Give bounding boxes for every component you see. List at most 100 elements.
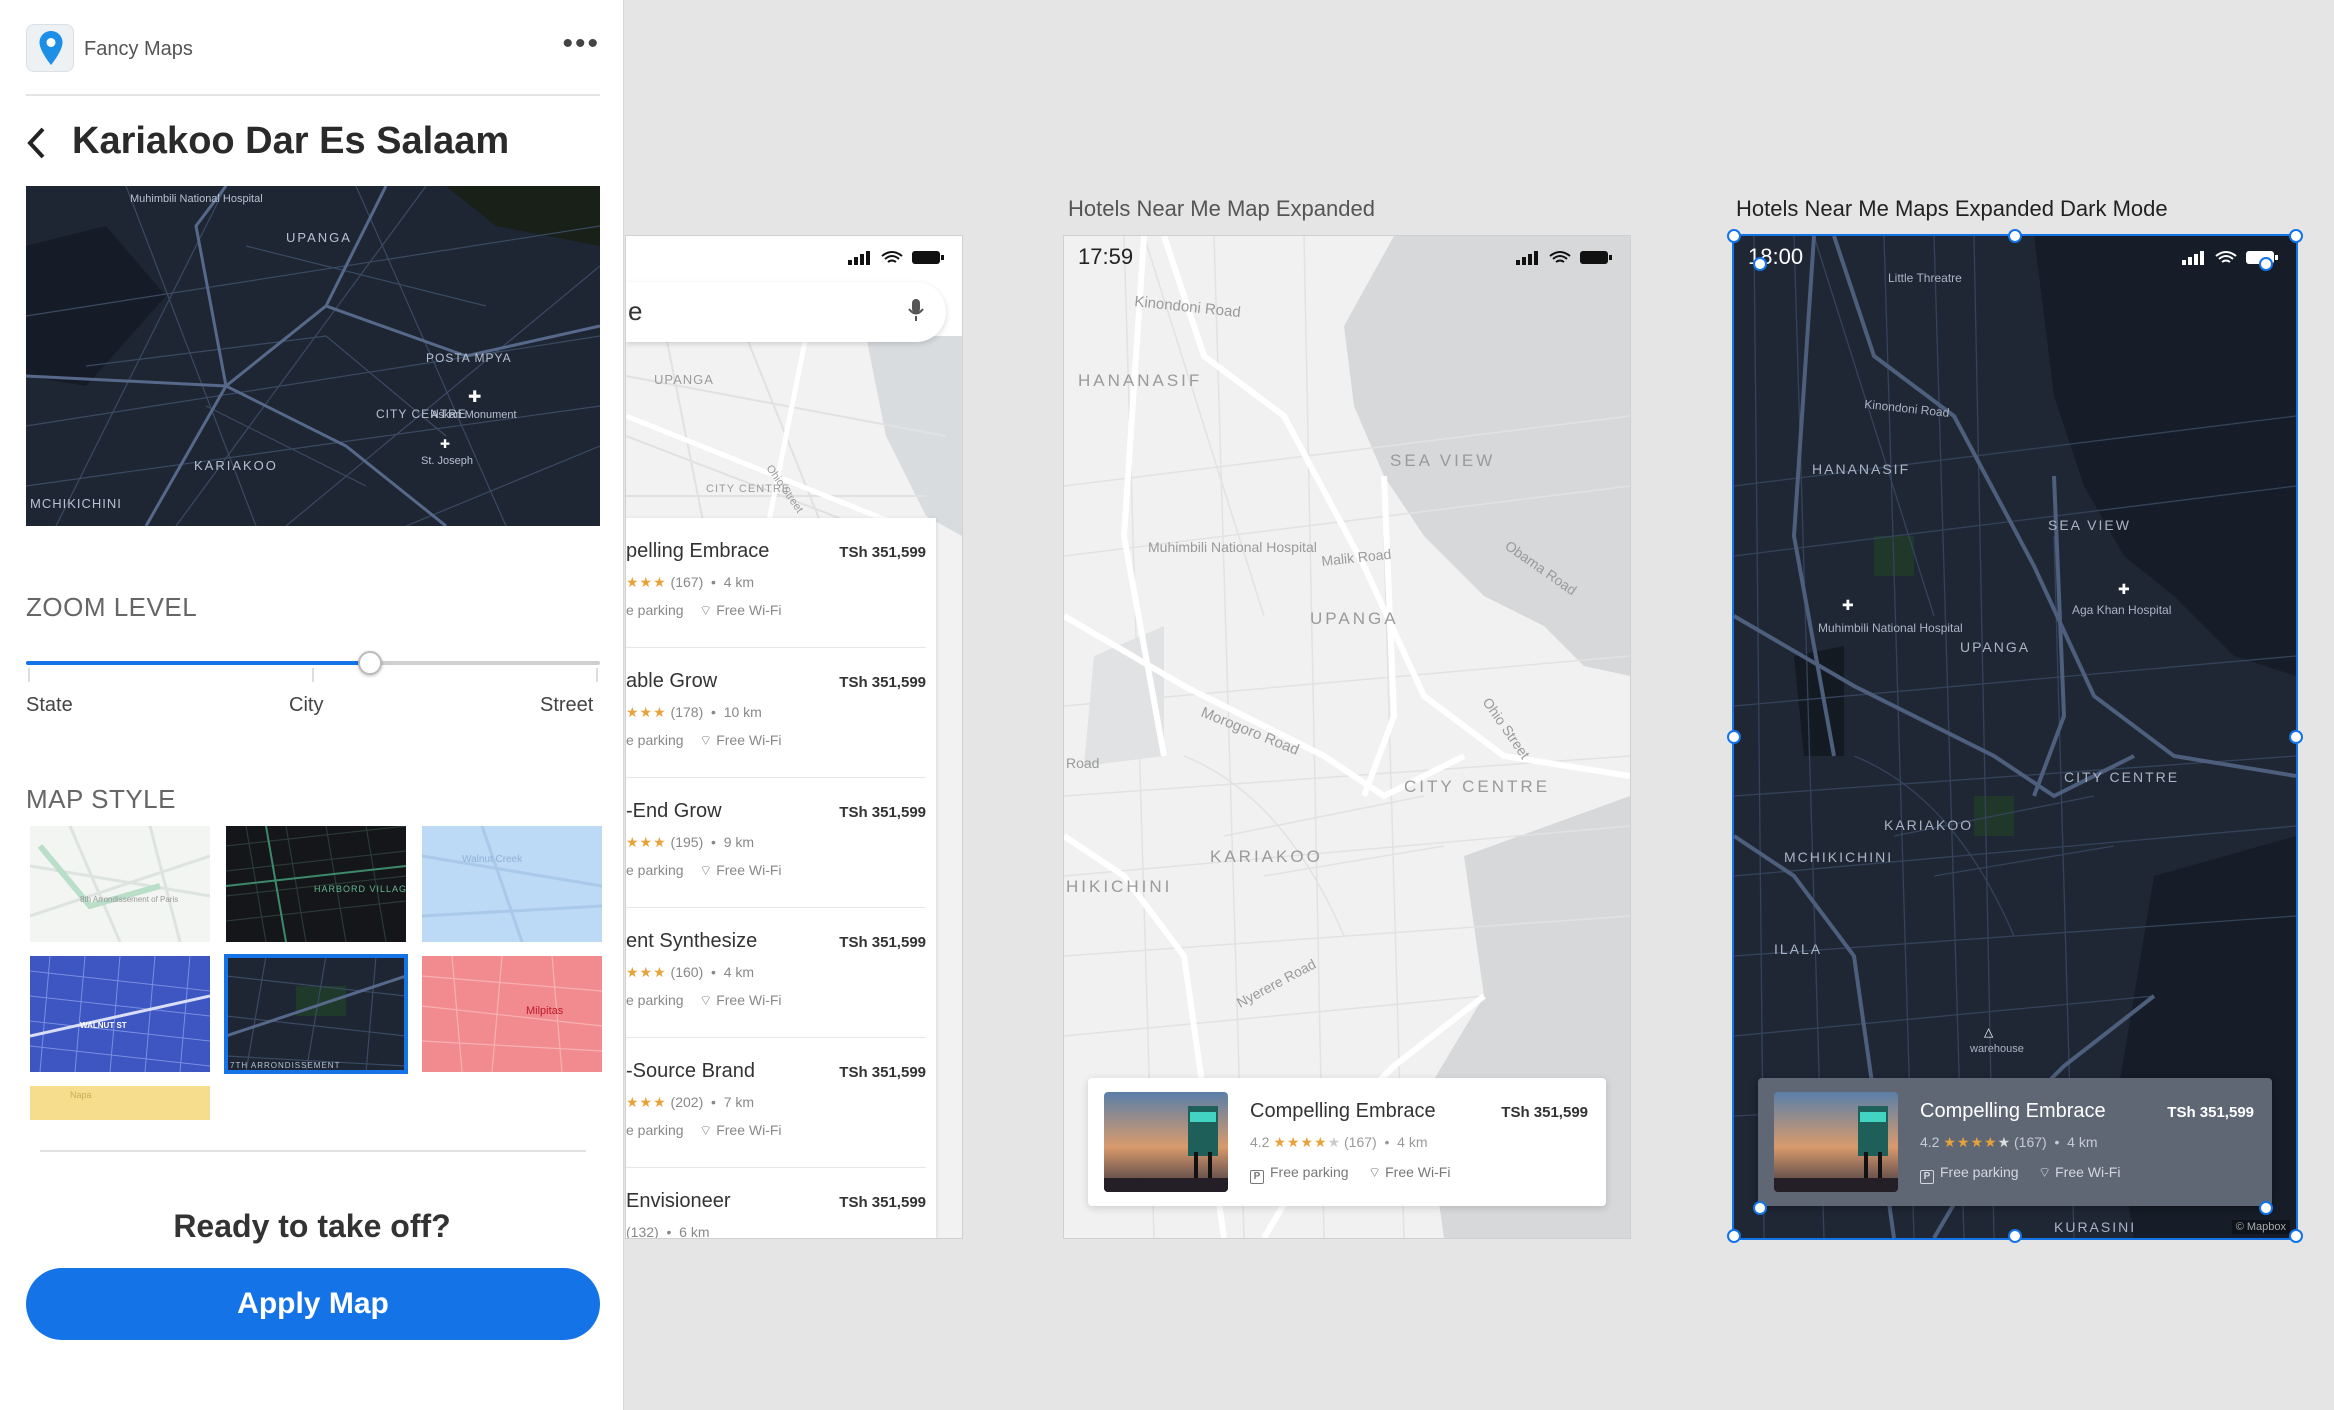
- hotel-card[interactable]: Compelling Embrace TSh 351,599 4.2 ★★★★★…: [1088, 1078, 1606, 1206]
- location-title: Kariakoo Dar Es Salaam: [72, 120, 510, 162]
- style-label: WALNUT ST: [80, 1021, 127, 1030]
- selection-handle[interactable]: [2008, 229, 2022, 243]
- selection-handle[interactable]: [2008, 1229, 2022, 1243]
- selection-handle[interactable]: [2289, 730, 2303, 744]
- wifi-icon: ⌔: [699, 992, 713, 1008]
- parking-icon: P: [1920, 1170, 1934, 1184]
- hotel-meta: ★★★ (195) • 9 km: [626, 834, 755, 850]
- preview-label: Muhimbili National Hospital: [130, 193, 263, 205]
- selection-handle[interactable]: [2259, 1201, 2273, 1215]
- hotel-name: Compelling Embrace: [1250, 1100, 1436, 1122]
- hotel-list-item[interactable]: pelling Embrace TSh 351,599 ★★★ (167) • …: [626, 518, 926, 648]
- map-style-dark-green[interactable]: HARBORD VILLAGE: [226, 826, 406, 942]
- wifi-icon: ⌔: [699, 732, 713, 748]
- selection-handle[interactable]: [1727, 1229, 1741, 1243]
- hotel-list-item[interactable]: able Grow TSh 351,599 ★★★ (178) • 10 km …: [626, 648, 926, 778]
- selection-handle[interactable]: [1727, 730, 1741, 744]
- church-marker-icon: ✚: [440, 437, 450, 451]
- divider: [26, 94, 600, 96]
- selection-handle[interactable]: [2289, 1229, 2303, 1243]
- plugin-header: Fancy Maps •••: [26, 24, 600, 72]
- microphone-icon[interactable]: [908, 298, 924, 327]
- map-label: HANANASIF: [1812, 461, 1910, 477]
- slider-fill: [26, 661, 371, 665]
- style-label: 7TH ARRONDISSEMENT: [230, 1061, 340, 1070]
- monument-marker-icon: ✚: [468, 389, 481, 406]
- hotel-name: -Source Brand: [626, 1060, 755, 1082]
- map-style-light[interactable]: 8th Arrondissement of Paris: [30, 826, 210, 942]
- parking-icon: P: [1250, 1170, 1264, 1184]
- map-style-heading: MAP STYLE: [26, 784, 176, 814]
- map-label: Aga Khan Hospital: [2072, 603, 2171, 617]
- hotel-name: Envisioneer: [626, 1190, 731, 1212]
- map-label: HANANASIF: [1078, 371, 1202, 390]
- artboard-hotel-list[interactable]: UPANGA Ohio Street CITY CENTRE e pelling…: [626, 236, 962, 1238]
- search-bar[interactable]: e: [626, 282, 946, 342]
- rating-stars: ★★★★: [1943, 1134, 1998, 1150]
- hotel-amenities: e parking ⌔ Free Wi-Fi: [626, 602, 782, 618]
- status-time: 17:59: [1078, 244, 1134, 269]
- style-label: HARBORD VILLAGE: [314, 884, 406, 894]
- hotel-name: -End Grow: [626, 800, 722, 822]
- map-style-blue-light[interactable]: Walnut Creek: [422, 826, 602, 942]
- style-label: 8th Arrondissement of Paris: [80, 895, 178, 904]
- preview-label: MCHIKICHINI: [30, 496, 122, 511]
- map-label: UPANGA: [1960, 639, 2030, 655]
- artboard-map-light[interactable]: Kinondoni Road HANANASIF SEA VIEW Muhimb…: [1064, 236, 1630, 1238]
- rating-stars: ★★★: [626, 964, 667, 980]
- map-preview: Muhimbili National Hospital UPANGA POSTA…: [26, 186, 600, 526]
- zoom-label-street: Street: [540, 694, 594, 716]
- selection-handle[interactable]: [2259, 257, 2273, 271]
- selection-handle[interactable]: [1753, 1201, 1767, 1215]
- status-icons: [848, 248, 948, 271]
- map-label: KARIAKOO: [1210, 847, 1323, 866]
- hotel-thumbnail: [1774, 1092, 1898, 1192]
- apply-map-button[interactable]: Apply Map: [26, 1268, 600, 1340]
- hotel-list-item[interactable]: Envisioneer TSh 351,599 (132) • 6 km: [626, 1168, 926, 1238]
- hotel-list-item[interactable]: -Source Brand TSh 351,599 ★★★ (202) • 7 …: [626, 1038, 926, 1168]
- selection-handle[interactable]: [2289, 229, 2303, 243]
- plugin-panel: Fancy Maps ••• Kariakoo Dar Es Salaam Mu…: [0, 0, 624, 1410]
- map-style-blueprint[interactable]: WALNUT ST: [30, 956, 210, 1072]
- wifi-icon: ⌔: [699, 602, 713, 618]
- map-style-yellow[interactable]: Napa: [30, 1086, 210, 1120]
- rating-stars: ★★★★: [1273, 1134, 1328, 1150]
- map-label: CITY CENTRE: [2064, 769, 2179, 785]
- preview-label: KARIAKOO: [194, 458, 278, 473]
- map-label: ILALA: [1774, 941, 1822, 957]
- hotel-amenities: e parking ⌔ Free Wi-Fi: [626, 1122, 782, 1138]
- status-icons: [1516, 248, 1616, 271]
- artboard-map-dark[interactable]: Little Threatre Kinondoni Road HANANASIF…: [1732, 234, 2298, 1240]
- hotel-price: TSh 351,599: [1501, 1104, 1588, 1121]
- map-pin-icon: [26, 24, 74, 72]
- map-label: UPANGA: [1310, 609, 1399, 628]
- hotel-meta: ★★★ (167) • 4 km: [626, 574, 755, 590]
- rating-stars: ★★★: [626, 834, 667, 850]
- hotel-amenities: P Free parking ⌔ Free Wi-Fi: [1250, 1164, 1450, 1184]
- selection-handle[interactable]: [1753, 257, 1767, 271]
- preview-label: Askari Monument: [431, 409, 517, 421]
- map-style-dark[interactable]: 7TH ARRONDISSEMENT: [224, 954, 408, 1074]
- hotel-card[interactable]: Compelling Embrace TSh 351,599 4.2 ★★★★★…: [1758, 1078, 2272, 1206]
- map-label: Road: [1066, 755, 1099, 771]
- hotel-list-item[interactable]: -End Grow TSh 351,599 ★★★ (195) • 9 km e…: [626, 778, 926, 908]
- hotel-list-item[interactable]: ent Synthesize TSh 351,599 ★★★ (160) • 4…: [626, 908, 926, 1038]
- hotel-name: able Grow: [626, 670, 718, 692]
- style-label: Napa: [70, 1090, 92, 1100]
- map-style-red[interactable]: Milpitas: [422, 956, 602, 1072]
- rating-stars: ★★★: [626, 704, 667, 720]
- mapbox-attribution: © Mapbox: [2231, 1220, 2290, 1234]
- more-horizontal-icon[interactable]: •••: [562, 29, 600, 59]
- slider-thumb[interactable]: [358, 651, 383, 675]
- hotel-meta: 4.2 ★★★★★ (167) • 4 km: [1250, 1134, 1428, 1150]
- search-input[interactable]: e: [628, 296, 642, 327]
- hotel-list: pelling Embrace TSh 351,599 ★★★ (167) • …: [626, 518, 936, 1238]
- wifi-icon: ⌔: [699, 862, 713, 878]
- map-label: UPANGA: [654, 372, 714, 387]
- chevron-left-icon[interactable]: [26, 126, 48, 165]
- hotel-meta: ★★★ (202) • 7 km: [626, 1094, 755, 1110]
- map-label: KURASINI: [2054, 1219, 2136, 1235]
- hospital-marker-icon: ✚: [1842, 597, 1854, 613]
- selection-handle[interactable]: [1727, 229, 1741, 243]
- style-label: Milpitas: [526, 1005, 564, 1017]
